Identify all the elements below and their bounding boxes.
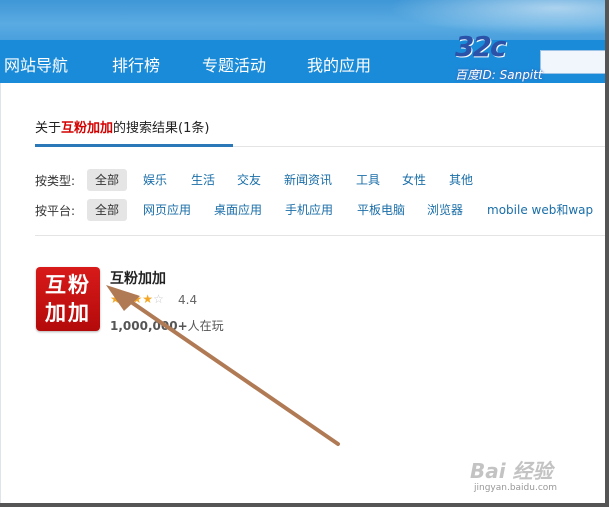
baidu-jingyan-logo: Bai 经验 [470, 459, 553, 483]
app-icon-line2: 加加 [45, 301, 91, 325]
platform-chip-browser[interactable]: 浏览器 [427, 199, 463, 221]
players-count: 1,000,000+人在玩 [110, 317, 224, 334]
platform-chip-tablet[interactable]: 平板电脑 [357, 199, 405, 221]
search-result-title: 关于互粉加加的搜索结果(1条) [35, 117, 209, 136]
type-chip-social[interactable]: 交友 [237, 169, 261, 191]
rating-stars: ★★★★☆ [110, 292, 164, 306]
nav-site-guide[interactable]: 网站导航 [4, 52, 68, 76]
type-chip-entertainment[interactable]: 娱乐 [143, 169, 167, 191]
star-icon: ★ [110, 292, 121, 306]
platform-chip-mobile[interactable]: 手机应用 [285, 199, 333, 221]
star-icon: ★ [120, 292, 132, 306]
platform-chip-mobile-web[interactable]: mobile web和wap [487, 199, 593, 221]
type-chip-news[interactable]: 新闻资讯 [284, 169, 332, 191]
title-underline [35, 144, 233, 147]
type-chip-other[interactable]: 其他 [449, 169, 473, 191]
type-chip-life[interactable]: 生活 [191, 169, 215, 191]
filter-divider [35, 235, 605, 236]
platform-filter-row: 按平台: 全部 网页应用 桌面应用 手机应用 平板电脑 浏览器 mobile w… [35, 199, 605, 221]
type-chip-tools[interactable]: 工具 [356, 169, 380, 191]
star-icon: ★ [131, 292, 143, 306]
platform-filter-label: 按平台: [35, 204, 76, 218]
players-number: 1,000,000+ [110, 319, 188, 333]
app-icon[interactable]: 互粉 加加 [36, 267, 100, 331]
type-filter-label: 按类型: [35, 174, 76, 188]
watermark-logo: 32c [455, 30, 507, 63]
platform-chip-desktop[interactable]: 桌面应用 [214, 199, 262, 221]
star-icon: ★ [142, 292, 154, 306]
app-name-link[interactable]: 互粉加加 [110, 268, 166, 288]
rating-value: 4.4 [178, 293, 198, 307]
baidu-watermark: Bai 经验 jingyan.baidu.com [470, 455, 590, 495]
platform-chip-all[interactable]: 全部 [87, 199, 128, 221]
result-keyword: 互粉加加 [61, 121, 114, 136]
nav-events[interactable]: 专题活动 [202, 52, 266, 76]
players-suffix: 人在玩 [187, 319, 224, 333]
star-empty-icon: ☆ [153, 292, 164, 306]
result-title-prefix: 关于 [35, 121, 62, 136]
baidu-jingyan-url: jingyan.baidu.com [474, 483, 558, 493]
type-chip-all[interactable]: 全部 [87, 169, 128, 191]
app-icon-line1: 互粉 [45, 273, 91, 297]
result-title-suffix: 的搜索结果(1条) [113, 121, 210, 136]
nav-my-apps[interactable]: 我的应用 [307, 52, 371, 76]
type-filter-row: 按类型: 全部 娱乐 生活 交友 新闻资讯 工具 女性 其他 [35, 169, 605, 191]
watermark-id: 百度ID: Sanpitt [455, 68, 543, 82]
nav-ranking[interactable]: 排行榜 [112, 52, 160, 76]
author-watermark: 32c 百度ID: Sanpitt [455, 30, 585, 85]
type-chip-women[interactable]: 女性 [402, 169, 426, 191]
browser-frame: 网站导航 排行榜 专题活动 我的应用 32c 百度ID: Sanpitt 关于互… [0, 0, 609, 507]
main-content: 关于互粉加加的搜索结果(1条) 按类型: 全部 娱乐 生活 交友 新闻资讯 工具… [0, 83, 605, 503]
platform-chip-web[interactable]: 网页应用 [143, 199, 191, 221]
